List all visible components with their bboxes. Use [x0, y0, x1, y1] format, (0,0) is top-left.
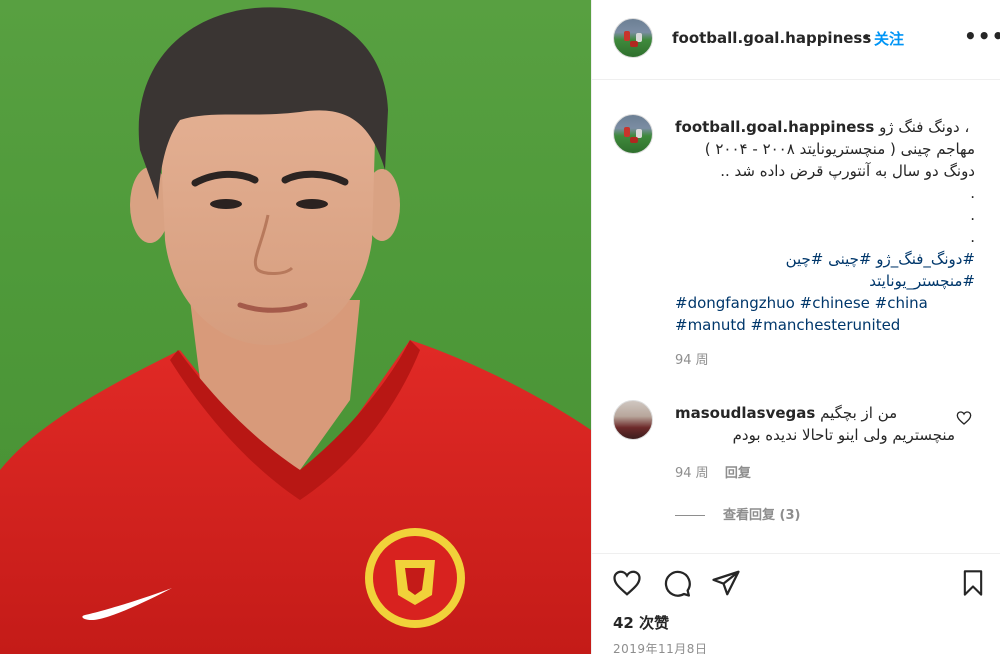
caption-dot-1: . — [970, 184, 975, 202]
bookmark-icon[interactable] — [959, 568, 987, 598]
commenter-username[interactable]: masoudlasvegas — [675, 404, 815, 422]
hashtags-fa-1[interactable]: #دونگ_فنگ_ژو #چینی #چین — [675, 248, 975, 270]
post-side-panel: football.goal.happiness • 关注 ••• footbal… — [591, 0, 1000, 654]
club-crest — [365, 528, 465, 628]
comment-like-icon[interactable] — [956, 410, 972, 426]
more-horizontal-icon[interactable]: ••• — [964, 24, 1000, 48]
replies-divider — [675, 515, 705, 516]
comment-text-2: منچستریم ولی اینو تاحالا ندیده بودم — [732, 426, 955, 444]
view-replies-label: 查看回复 (3) — [723, 508, 801, 523]
hashtags-en-1[interactable]: #dongfangzhuo #chinese #china — [675, 292, 975, 314]
post-actions: 42 次赞 2019年11月8日 — [592, 553, 1000, 654]
comment-time[interactable]: 94 周 — [675, 466, 709, 481]
commenter-avatar[interactable] — [613, 400, 653, 440]
comment-icon[interactable] — [662, 568, 692, 598]
hashtags-fa-2[interactable]: #منچستر_یونایتد — [675, 270, 975, 292]
author-username[interactable]: football.goal.happiness — [672, 29, 871, 47]
caption-dot-3: . — [970, 228, 975, 246]
caption-line-3: دونگ دو سال به آنتورپ قرض داده شد .. — [720, 162, 975, 180]
caption-line-2: مهاجم چینی ( منچستریونایتد ۲۰۰۸ - ۲۰۰۴ ) — [704, 140, 975, 158]
caption-line-1: دونگ فنگ ژو ، — [879, 118, 970, 136]
comment-text-1: من از بچگیم — [820, 404, 898, 422]
view-replies-button[interactable]: 查看回复 (3) — [675, 504, 800, 523]
post-header: football.goal.happiness • 关注 ••• — [592, 0, 1000, 80]
hashtags-en-2[interactable]: #manutd #manchesterunited — [675, 314, 975, 336]
player-portrait — [0, 7, 591, 654]
follow-button[interactable]: 关注 — [874, 28, 904, 49]
reply-button[interactable]: 回复 — [725, 466, 751, 481]
separator-dot: • — [862, 28, 871, 46]
caption-dot-2: . — [970, 206, 975, 224]
caption-username[interactable]: football.goal.happiness — [675, 118, 874, 136]
likes-count[interactable]: 42 次赞 — [613, 612, 669, 633]
share-icon[interactable] — [711, 568, 741, 598]
caption-time[interactable]: 94 周 — [675, 350, 975, 372]
author-avatar[interactable] — [613, 18, 653, 58]
post-date[interactable]: 2019年11月8日 — [613, 640, 707, 654]
post-photo[interactable] — [0, 0, 591, 654]
heart-icon[interactable] — [612, 568, 642, 598]
caption-avatar[interactable] — [613, 114, 653, 154]
